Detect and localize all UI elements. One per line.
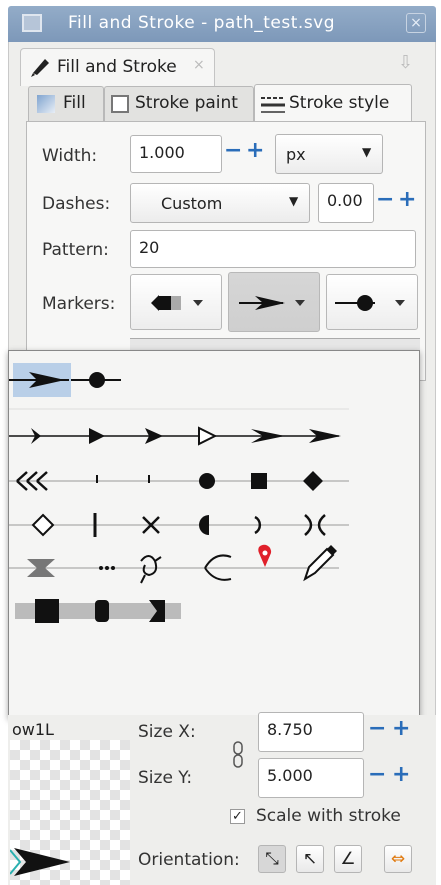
tab-fill-label: Fill [63,93,86,113]
marker-grid [9,372,349,623]
size-y-label: Size Y: [138,768,193,788]
stroke-style-icon [261,97,285,113]
dashes-select[interactable]: Custom ▼ [130,183,310,223]
window-titlebar: Fill and Stroke - path_test.svg × [8,6,436,42]
current-marker-row [9,372,121,388]
link-chain-icon[interactable] [232,740,246,770]
marker-row-ticks [9,513,349,537]
window-close-button[interactable]: × [406,13,426,33]
width-input[interactable]: 1.000 [130,135,222,173]
orientation-fixed-button[interactable]: ↖ [296,845,324,873]
orientation-angle-button[interactable]: ∠ [334,845,362,873]
width-decrement-button[interactable]: − [224,138,242,163]
orientation-auto-icon: ⤡ [265,849,279,869]
pattern-input[interactable]: 20 [130,230,416,268]
stroke-paint-icon [111,95,129,113]
dock-tab-close-icon[interactable]: × [193,57,205,73]
marker-preview-arrow-icon [10,848,70,876]
tab-stroke-paint-label: Stroke paint [135,93,238,113]
size-y-decrement-button[interactable]: − [368,762,386,787]
chevron-down-icon: ▼ [289,194,299,208]
window-title: Fill and Stroke - path_test.svg [68,13,336,33]
angle-icon: ∠ [340,849,356,869]
marker-row-misc [9,544,339,584]
scale-with-stroke-checkbox[interactable]: ✓ [230,809,245,824]
marker-popup [8,350,420,718]
marker-preview [10,740,130,885]
orientation-auto-button[interactable]: ⤡ [258,845,286,873]
width-label: Width: [42,146,98,166]
fill-icon [37,95,55,113]
arrow-up-left-icon: ↖ [302,849,318,869]
width-unit-value: px [286,145,306,164]
size-x-label: Size X: [138,722,196,742]
marker-row-bars [15,599,181,623]
flip-marker-button[interactable]: ⇔ [384,845,412,873]
size-x-input[interactable]: 8.750 [258,712,364,752]
dash-offset-increment-button[interactable]: + [398,187,416,212]
dashes-label: Dashes: [42,194,111,214]
dock-menu-icon[interactable]: ⇩ [398,52,413,73]
dashes-value: Custom [161,194,223,213]
tab-stroke-style-label: Stroke style [289,93,390,113]
size-y-increment-button[interactable]: + [392,762,410,787]
pattern-label: Pattern: [42,240,109,260]
marker-row-arrows [9,426,341,446]
start-marker-button[interactable] [130,274,222,330]
dash-offset-input[interactable]: 0.00 [318,183,374,223]
flip-arrows-icon: ⇔ [390,849,406,869]
size-y-input[interactable]: 5.000 [258,758,364,798]
mid-marker-button[interactable] [228,272,320,332]
dash-offset-decrement-button[interactable]: − [376,187,394,212]
end-marker-button[interactable] [326,274,418,330]
chevron-down-icon: ▼ [362,145,372,159]
size-x-decrement-button[interactable]: − [368,716,386,741]
app-icon [22,14,42,32]
markers-label: Markers: [42,294,116,314]
orientation-label: Orientation: [138,850,240,870]
tab-fill[interactable]: Fill [28,86,104,122]
size-x-increment-button[interactable]: + [392,716,410,741]
marker-name-label: ow1L [12,720,54,739]
width-increment-button[interactable]: + [246,138,264,163]
dock-tab-label: Fill and Stroke [57,57,177,77]
end-marker-icon [335,295,405,311]
mid-marker-icon [239,296,305,310]
fill-stroke-icon [31,59,49,77]
width-unit-select[interactable]: px ▼ [275,134,383,174]
scale-with-stroke-label: Scale with stroke [256,806,401,826]
tab-stroke-style[interactable]: Stroke style [254,84,412,122]
start-marker-icon [151,295,203,311]
tab-stroke-paint[interactable]: Stroke paint [104,86,254,122]
marker-row-shapes [9,471,349,491]
dock-tab-fill-and-stroke[interactable]: Fill and Stroke × [20,48,215,86]
